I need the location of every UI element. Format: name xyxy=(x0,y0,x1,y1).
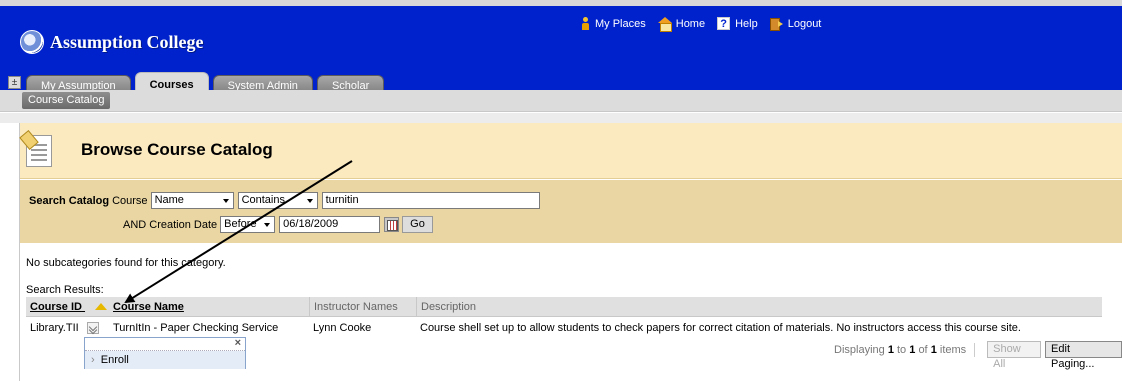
double-chevron-down-icon[interactable] xyxy=(86,322,99,335)
search-field-value: Name xyxy=(154,194,184,206)
help-icon: ? xyxy=(717,17,731,30)
search-operator-value: Contains xyxy=(241,194,285,206)
divider xyxy=(0,113,1122,123)
search-input[interactable]: turnitin xyxy=(321,192,540,209)
paging-controls: Displaying 1 to 1 of 1 items Show All Ed… xyxy=(834,341,1122,370)
paging-total: 1 xyxy=(930,343,937,356)
expand-tabs-icon[interactable]: ± xyxy=(8,76,21,89)
my-places-link[interactable]: My Places xyxy=(582,17,646,30)
results-table-header: Course ID Course Name Instructor Names D… xyxy=(26,296,1102,317)
enroll-menu-item[interactable]: › Enroll xyxy=(85,351,245,369)
paging-from: 1 xyxy=(887,343,894,356)
header-bar: Assumption College My Places Home ? Help… xyxy=(0,0,1122,96)
chevron-down-icon xyxy=(264,223,271,227)
search-field-select[interactable]: Name xyxy=(150,192,234,209)
search-row-course: Search Catalog Course Name Contains turn… xyxy=(29,192,540,209)
title-area: Browse Course Catalog xyxy=(20,123,1122,179)
column-header-course-name[interactable]: Course Name xyxy=(109,297,309,317)
paging-to-word: to xyxy=(897,343,907,356)
context-menu-header: × xyxy=(85,337,245,351)
paging-divider xyxy=(974,342,976,357)
date-operator-select[interactable]: Before xyxy=(220,216,276,233)
course-id-value: Library.TII xyxy=(30,321,79,334)
content-panel: Browse Course Catalog Search Catalog Cou… xyxy=(19,123,1122,381)
logout-label: Logout xyxy=(787,17,822,30)
search-operator-select[interactable]: Contains xyxy=(237,192,318,209)
go-button[interactable]: Go xyxy=(402,216,433,233)
help-label: Help xyxy=(735,17,758,30)
paging-of-word: of xyxy=(918,343,928,356)
course-label: Course xyxy=(112,194,148,207)
course-id-cell: Library.TII xyxy=(26,321,109,335)
edit-paging-button[interactable]: Edit Paging... xyxy=(1045,341,1122,370)
paging-suffix: items xyxy=(939,343,967,356)
college-seal-icon xyxy=(20,30,44,54)
course-name-cell[interactable]: TurnItIn - Paper Checking Service xyxy=(109,322,309,334)
column-header-course-id[interactable]: Course ID xyxy=(26,297,109,317)
chevron-down-icon xyxy=(222,199,229,203)
course-context-menu: × › Enroll xyxy=(84,337,246,369)
table-row: Library.TII TurnItIn - Paper Checking Se… xyxy=(26,319,1102,337)
chevron-down-icon xyxy=(306,199,313,203)
search-row-date: AND Creation Date Before 06/18/2009 Go xyxy=(123,216,433,233)
help-link[interactable]: ? Help xyxy=(717,17,758,30)
search-results-label: Search Results: xyxy=(26,284,104,296)
logout-link[interactable]: Logout xyxy=(769,17,822,31)
enroll-label: Enroll xyxy=(100,354,129,366)
paging-prefix: Displaying xyxy=(834,343,885,356)
course-id-header-label: Course ID xyxy=(30,300,82,313)
search-catalog-form: Search Catalog Course Name Contains turn… xyxy=(20,180,1122,243)
course-catalog-button[interactable]: Course Catalog xyxy=(22,92,111,109)
description-cell: Course shell set up to allow students to… xyxy=(420,322,1021,334)
column-header-description: Description xyxy=(416,296,1102,317)
logo-text: Assumption College xyxy=(50,31,204,52)
my-places-label: My Places xyxy=(595,17,646,30)
paging-to: 1 xyxy=(909,343,916,356)
calendar-icon[interactable] xyxy=(384,217,400,232)
page-title: Browse Course Catalog xyxy=(81,140,273,159)
no-subcategories-text: No subcategories found for this category… xyxy=(26,257,226,269)
home-link[interactable]: Home xyxy=(657,17,706,32)
college-logo[interactable]: Assumption College xyxy=(20,30,204,54)
column-header-instructor: Instructor Names xyxy=(309,296,416,317)
person-icon xyxy=(582,17,590,30)
sort-ascending-icon[interactable] xyxy=(95,303,108,311)
date-operator-value: Before xyxy=(224,218,257,230)
page-pen-icon xyxy=(26,135,52,167)
top-links: My Places Home ? Help Logout xyxy=(582,17,833,32)
logout-icon xyxy=(769,17,783,31)
home-icon xyxy=(657,17,672,32)
show-all-button[interactable]: Show All xyxy=(987,341,1042,370)
creation-date-label: AND Creation Date xyxy=(123,218,218,231)
sub-navigation: Course Catalog xyxy=(0,90,1122,112)
chevron-right-icon: › xyxy=(91,354,95,366)
close-icon[interactable]: × xyxy=(235,337,241,349)
home-label: Home xyxy=(675,17,706,30)
date-input[interactable]: 06/18/2009 xyxy=(279,216,381,233)
search-catalog-label: Search Catalog xyxy=(29,194,110,207)
instructor-cell: Lynn Cooke xyxy=(313,322,372,334)
